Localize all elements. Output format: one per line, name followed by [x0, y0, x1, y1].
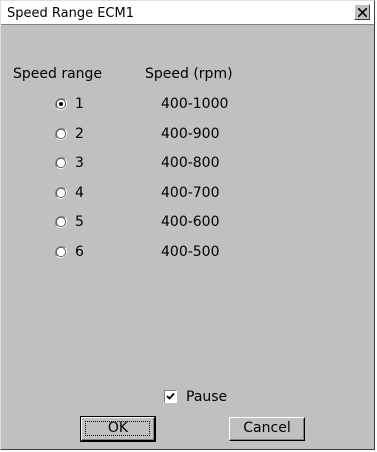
radio-button-4[interactable]	[55, 186, 67, 199]
speed-value: 400-700	[161, 184, 220, 201]
radio-label: 5	[75, 214, 84, 231]
speed-range-row[interactable]: 2 400-900	[1, 126, 374, 148]
radio-label: 4	[75, 184, 84, 201]
radio-label: 1	[75, 96, 84, 112]
speed-range-dialog: Speed Range ECM1 Speed range Speed (rpm)…	[0, 0, 375, 450]
radio-label: 3	[75, 155, 84, 172]
speed-range-row[interactable]: 6 400-500	[1, 244, 374, 266]
radio-button-6[interactable]	[55, 246, 67, 258]
speed-range-header: Speed range	[13, 66, 103, 82]
speed-value: 400-900	[161, 125, 220, 142]
radio-button-5[interactable]	[55, 216, 67, 229]
speed-value: 400-1000	[161, 96, 229, 112]
close-icon	[358, 8, 367, 17]
focus-indicator	[85, 421, 150, 436]
speed-range-row[interactable]: 1 400-1000	[1, 96, 374, 118]
pause-label: Pause	[186, 389, 228, 405]
radio-button-1[interactable]	[55, 98, 67, 110]
radio-button-3[interactable]	[55, 157, 67, 170]
speed-value: 400-500	[161, 244, 220, 260]
cancel-button-label: Cancel	[243, 420, 291, 436]
title-bar[interactable]: Speed Range ECM1	[1, 1, 374, 25]
speed-range-row[interactable]: 3 400-800	[1, 155, 374, 177]
close-button[interactable]	[354, 4, 370, 20]
checkmark-icon	[166, 392, 175, 400]
radio-label: 2	[75, 125, 84, 142]
speed-rpm-header: Speed (rpm)	[145, 66, 233, 82]
speed-value: 400-600	[161, 214, 220, 231]
speed-value: 400-800	[161, 155, 220, 172]
speed-range-row[interactable]: 4 400-700	[1, 185, 374, 207]
speed-range-row[interactable]: 5 400-600	[1, 214, 374, 236]
cancel-button[interactable]: Cancel	[229, 417, 305, 441]
ok-button[interactable]: OK	[80, 416, 156, 442]
pause-checkbox[interactable]	[164, 390, 177, 403]
radio-label: 6	[75, 244, 84, 260]
window-title: Speed Range ECM1	[7, 6, 134, 21]
radio-button-2[interactable]	[55, 127, 67, 140]
